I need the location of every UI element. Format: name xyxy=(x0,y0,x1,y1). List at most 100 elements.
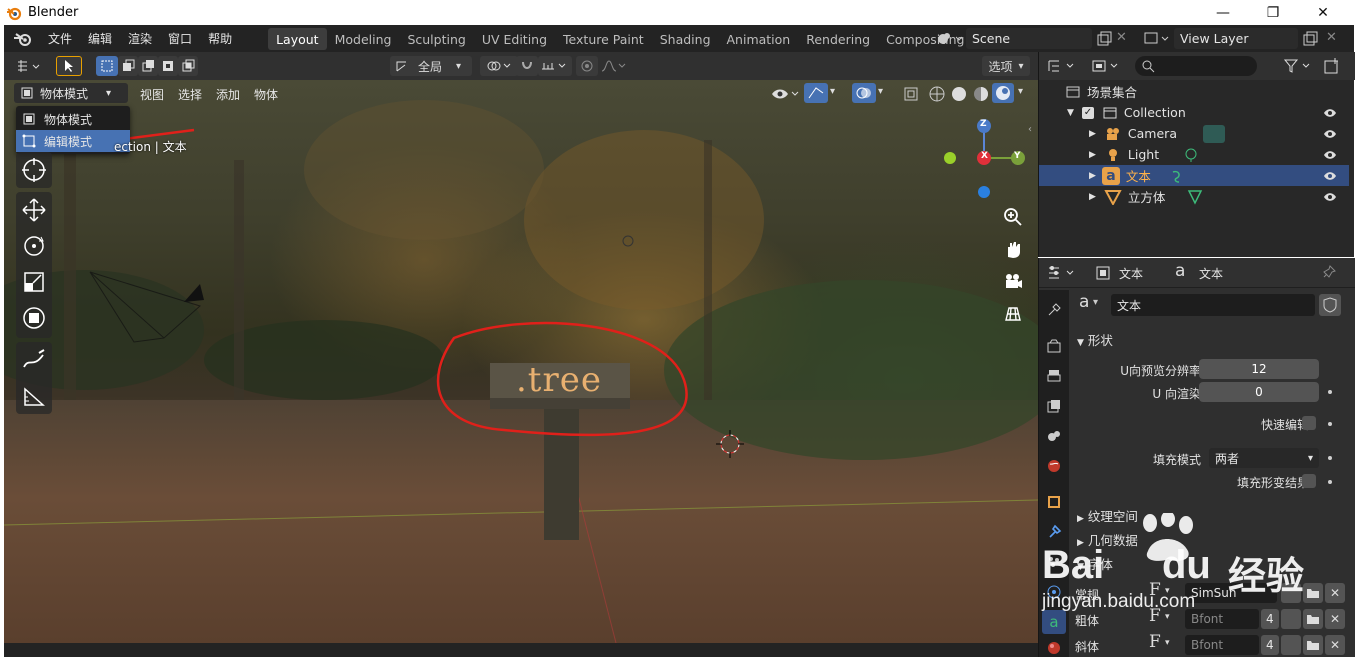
keyframe-dot[interactable] xyxy=(1328,422,1332,426)
visibility-eye-icon[interactable] xyxy=(770,85,800,103)
outliner-item-text[interactable]: ▶ a 文本 xyxy=(1039,165,1349,186)
tab-output-icon[interactable] xyxy=(1042,364,1066,388)
new-collection-icon[interactable] xyxy=(1323,57,1341,75)
select-mode-invert-icon[interactable] xyxy=(158,56,178,76)
fast-edit-checkbox[interactable] xyxy=(1302,416,1316,430)
minimize-button[interactable]: — xyxy=(1200,0,1246,25)
section-shape-header[interactable]: ▼ 形状 xyxy=(1077,330,1113,349)
visibility-eye-icon[interactable] xyxy=(1323,108,1337,118)
select-mode-new-icon[interactable] xyxy=(96,56,118,76)
editor-type-icon[interactable] xyxy=(12,56,46,76)
datablock-name-field[interactable]: 文本 xyxy=(1111,294,1315,316)
select-mode-subtract-icon[interactable] xyxy=(138,56,158,76)
tab-material-icon[interactable] xyxy=(1042,636,1066,657)
light-data-icon[interactable] xyxy=(1183,147,1199,163)
pan-hand-icon[interactable] xyxy=(1000,236,1026,262)
proportional-edit-icon[interactable] xyxy=(576,56,598,76)
tab-rendering[interactable]: Rendering xyxy=(798,28,878,50)
properties-editor-type-icon[interactable] xyxy=(1047,265,1081,281)
datablock-selector[interactable]: a ▾ 文本 xyxy=(1077,292,1347,316)
tab-sculpting[interactable]: Sculpting xyxy=(399,28,473,50)
fill-deform-checkbox[interactable] xyxy=(1302,474,1316,488)
tab-texture-paint[interactable]: Texture Paint xyxy=(555,28,652,50)
transform-tool-icon[interactable] xyxy=(16,301,52,335)
visibility-eye-icon[interactable] xyxy=(1323,150,1337,160)
outliner-scene-collection[interactable]: 场景集合 xyxy=(1039,81,1349,102)
scene-name-field[interactable]: Scene xyxy=(966,28,1092,49)
mesh-data-icon[interactable] xyxy=(1187,189,1203,205)
disclosure-triangle-icon[interactable]: ▶ xyxy=(1089,192,1096,202)
gizmo-toggle-icon[interactable] xyxy=(804,83,828,103)
options-dropdown[interactable]: 选项 ▾ xyxy=(982,56,1030,76)
delete-view-layer-icon[interactable]: ✕ xyxy=(1326,30,1337,45)
font-italic-field[interactable]: Bfont xyxy=(1185,635,1259,655)
tab-scene-icon[interactable] xyxy=(1042,424,1066,448)
unlink-icon[interactable]: ✕ xyxy=(1325,635,1345,655)
interaction-mode-dropdown[interactable]: 物体模式 ▾ xyxy=(14,83,128,103)
camera-view-icon[interactable] xyxy=(1000,268,1026,294)
chevron-down-icon[interactable]: ▾ xyxy=(1018,86,1023,97)
tab-uv-editing[interactable]: UV Editing xyxy=(474,28,555,50)
u-preview-resolution-field[interactable]: 12 xyxy=(1199,359,1319,379)
view-layer-field[interactable]: View Layer xyxy=(1174,28,1298,49)
keyframe-dot[interactable] xyxy=(1328,480,1332,484)
keyframe-dot[interactable] xyxy=(1328,390,1332,394)
transform-orientation-dropdown[interactable]: 全局 ▾ xyxy=(390,56,472,76)
disclosure-triangle-icon[interactable]: ▶ xyxy=(1089,171,1096,181)
outliner-item-light[interactable]: ▶ Light xyxy=(1039,144,1349,165)
tab-layout[interactable]: Layout xyxy=(268,27,327,50)
shield-icon[interactable] xyxy=(1281,635,1301,655)
visibility-eye-icon[interactable] xyxy=(1323,192,1337,202)
close-button[interactable]: ✕ xyxy=(1300,0,1346,25)
outliner-search-input[interactable] xyxy=(1135,56,1257,76)
xray-toggle-icon[interactable] xyxy=(902,85,920,103)
disclosure-triangle-icon[interactable]: ▶ xyxy=(1089,150,1096,160)
snap-target-icon[interactable] xyxy=(538,56,572,76)
tab-render-icon[interactable] xyxy=(1042,334,1066,358)
pin-icon[interactable] xyxy=(1321,264,1337,280)
tab-shading[interactable]: Shading xyxy=(652,28,719,50)
tab-animation[interactable]: Animation xyxy=(719,28,799,50)
outliner-item-camera[interactable]: ▶ Camera xyxy=(1039,123,1349,144)
annotate-tool-icon[interactable] xyxy=(16,343,52,377)
select-tool-icon[interactable] xyxy=(56,56,82,76)
scene-selector-icon[interactable] xyxy=(934,30,964,48)
viewport-menu-view[interactable]: 视图 xyxy=(140,86,164,103)
blender-menu-icon[interactable] xyxy=(12,30,34,48)
font-users-count[interactable]: 4 xyxy=(1261,635,1279,655)
falloff-icon[interactable] xyxy=(598,56,630,76)
menu-render[interactable]: 渲染 xyxy=(120,30,160,47)
tab-modeling[interactable]: Modeling xyxy=(327,28,400,50)
material-preview-icon[interactable] xyxy=(972,85,990,103)
maximize-button[interactable]: ❐ xyxy=(1250,0,1296,25)
3d-viewport[interactable]: .tree 物体模式 ▾ 视图 选择 添加 物体 物体模式 编辑模式 ectio… xyxy=(4,80,1038,643)
outliner-item-collection[interactable]: ▼ ✓ Collection xyxy=(1039,102,1349,123)
scale-tool-icon[interactable] xyxy=(16,265,52,299)
sidebar-toggle-icon[interactable]: ‹ xyxy=(1028,124,1032,135)
menu-file[interactable]: 文件 xyxy=(40,30,80,47)
folder-icon[interactable] xyxy=(1303,635,1323,655)
menu-item-object-mode[interactable]: 物体模式 xyxy=(16,108,130,130)
outliner-editor-type-icon[interactable] xyxy=(1047,58,1079,74)
menu-item-edit-mode[interactable]: 编辑模式 xyxy=(16,130,130,152)
outliner-item-cube[interactable]: ▶ 立方体 xyxy=(1039,186,1349,207)
visibility-eye-icon[interactable] xyxy=(1323,129,1337,139)
disclosure-triangle-icon[interactable]: ▼ xyxy=(1067,108,1074,118)
rotate-tool-icon[interactable] xyxy=(16,229,52,263)
snap-toggle-icon[interactable] xyxy=(516,56,538,76)
chevron-down-icon[interactable]: ▾ xyxy=(830,86,835,97)
menu-window[interactable]: 窗口 xyxy=(160,30,200,47)
select-mode-intersect-icon[interactable] xyxy=(178,56,198,76)
keyframe-dot[interactable] xyxy=(1328,456,1332,460)
viewport-menu-object[interactable]: 物体 xyxy=(254,86,278,103)
tab-tool-icon[interactable] xyxy=(1042,298,1066,322)
u-render-resolution-field[interactable]: 0 xyxy=(1199,382,1319,402)
cursor-tool-icon[interactable] xyxy=(16,153,52,187)
viewport-menu-add[interactable]: 添加 xyxy=(216,86,240,103)
text-data-icon[interactable] xyxy=(1169,168,1185,184)
measure-tool-icon[interactable] xyxy=(16,379,52,413)
viewport-menu-select[interactable]: 选择 xyxy=(178,86,202,103)
rendered-shading-icon[interactable] xyxy=(992,83,1014,103)
new-view-layer-icon[interactable] xyxy=(1302,31,1318,47)
delete-scene-icon[interactable]: ✕ xyxy=(1116,30,1127,45)
